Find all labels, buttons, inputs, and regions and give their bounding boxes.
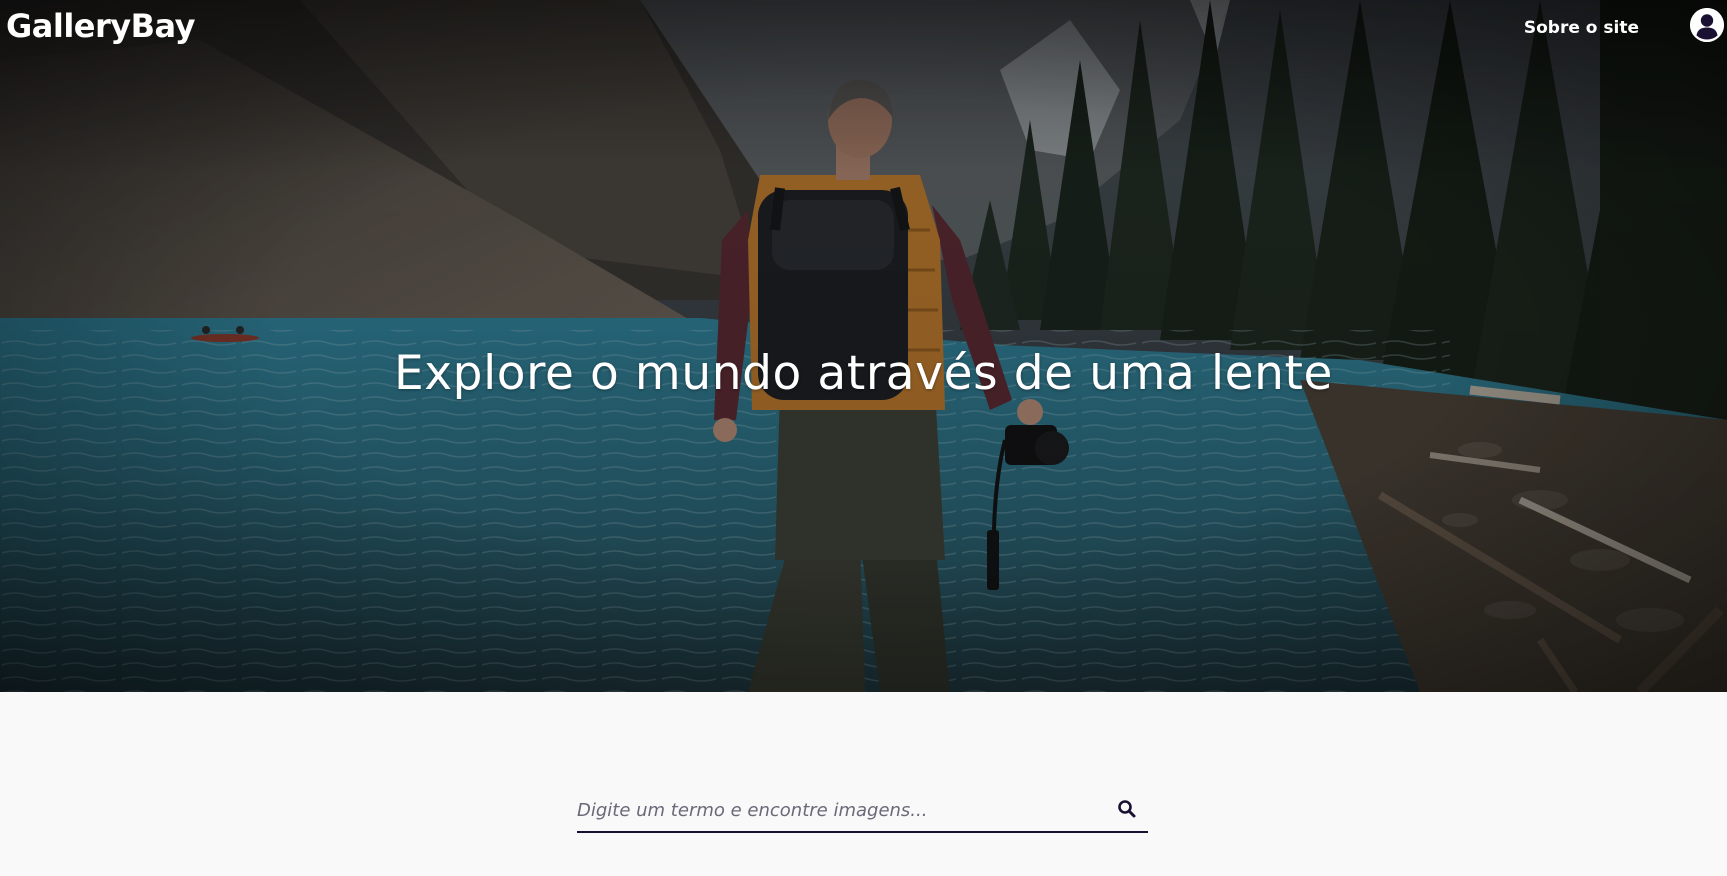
search-icon: [1118, 800, 1136, 818]
hero-section: GalleryBay Sobre o site Explore o mundo …: [0, 0, 1727, 692]
search-bar: [577, 790, 1148, 833]
profile-button[interactable]: [1690, 8, 1724, 42]
site-logo[interactable]: GalleryBay: [6, 4, 196, 48]
hero-title: Explore o mundo através de uma lente: [393, 346, 1334, 402]
about-link[interactable]: Sobre o site: [1524, 17, 1639, 39]
search-button[interactable]: [1116, 798, 1138, 820]
user-circle-icon: [1690, 8, 1724, 42]
search-input[interactable]: [577, 790, 1097, 831]
top-navigation: GalleryBay Sobre o site: [0, 0, 1727, 56]
